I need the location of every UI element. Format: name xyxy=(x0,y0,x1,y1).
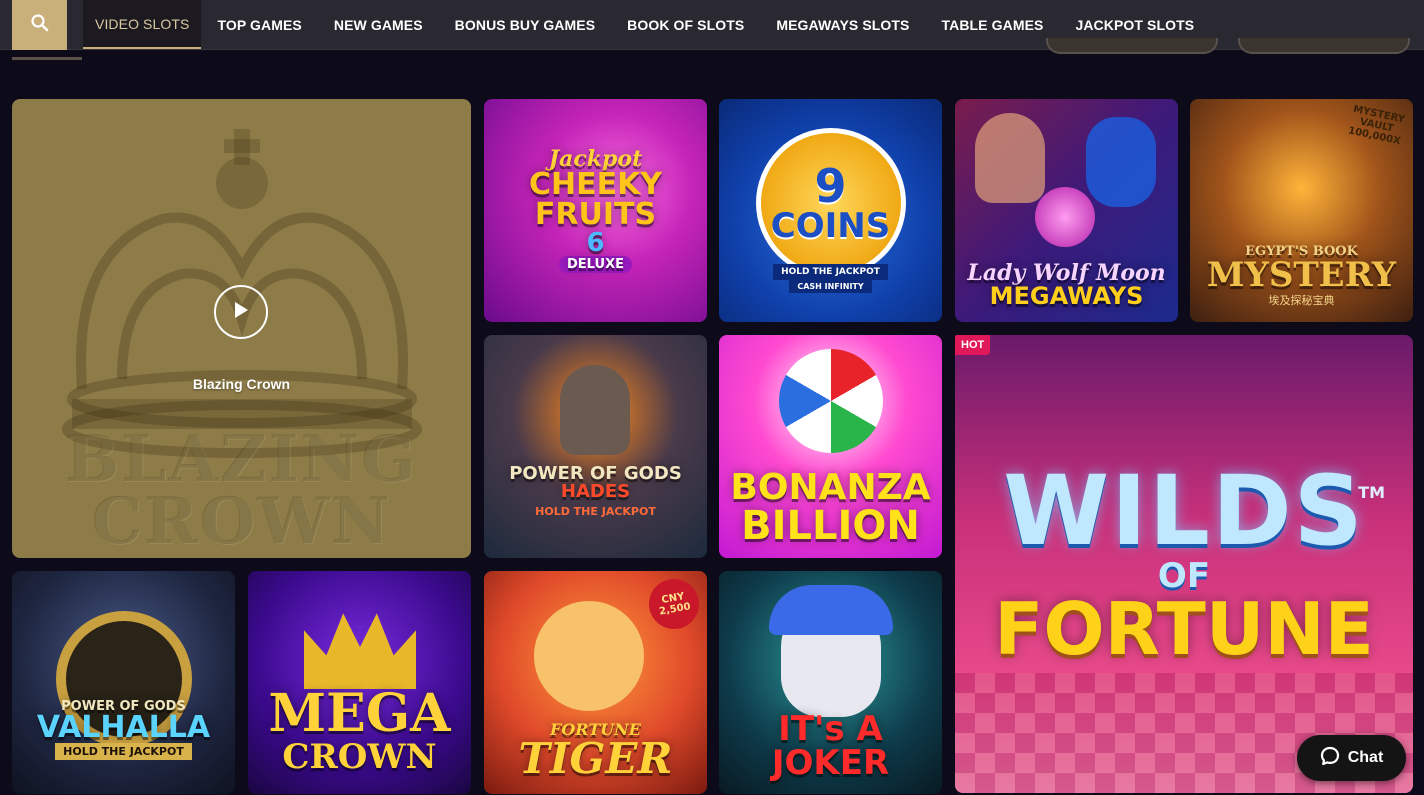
game-tile-wilds-of-fortune[interactable]: TM WILDS OF FORTUNE xyxy=(955,335,1413,793)
game-tile-bonanza-billion[interactable]: BONANZA BILLION xyxy=(719,335,942,558)
joker-title: IT's A JOKER xyxy=(771,709,890,783)
mystery-title-2: MYSTERY xyxy=(1206,255,1397,295)
watermark-line-1: BLAZING xyxy=(65,422,418,497)
coins-title-1: 9 xyxy=(814,159,847,213)
hades-title-3: HOLD THE JACKPOT xyxy=(535,505,656,518)
lollipop-icon xyxy=(779,349,883,453)
watermark-line-2: CROWN xyxy=(91,484,392,558)
cheeky-title-5: DELUXE xyxy=(559,256,632,273)
wolf-portrait xyxy=(1086,117,1156,207)
mystery-title-3: 埃及探秘宝典 xyxy=(1268,295,1335,307)
cheeky-title-3: FRUITS xyxy=(534,197,657,232)
tab-top-games[interactable]: TOP GAMES xyxy=(201,0,317,49)
category-tabs: VIDEO SLOTS TOP GAMES NEW GAMES BONUS BU… xyxy=(83,0,1210,49)
cheeky-title-2: CHEEKY xyxy=(528,167,663,202)
valhalla-title-2: VALHALLA xyxy=(36,710,211,745)
valhalla-title-3: HOLD THE JACKPOT xyxy=(55,743,192,760)
coins-sub-2: CASH INFINITY xyxy=(789,280,872,293)
chat-label: Chat xyxy=(1347,749,1384,766)
featured-game-blazing-crown[interactable]: BLAZING CROWN Blazing Crown xyxy=(12,99,471,558)
tab-book-of-slots[interactable]: BOOK OF SLOTS xyxy=(611,0,760,49)
tab-new-games[interactable]: NEW GAMES xyxy=(318,0,439,49)
game-tile-egypts-book-mystery[interactable]: MYSTERY VAULT 100,000X EGYPT'S BOOK MYST… xyxy=(1190,99,1413,322)
search-button[interactable] xyxy=(12,0,67,50)
moon-orb xyxy=(1035,187,1095,247)
game-tile-lady-wolf-moon[interactable]: Lady Wolf Moon MEGAWAYS xyxy=(955,99,1178,322)
hades-title-2: HADES xyxy=(560,481,631,502)
bonanza-title-2: BILLION xyxy=(741,503,920,549)
play-button[interactable] xyxy=(214,285,268,339)
tiger-face xyxy=(534,601,644,711)
tab-megaways-slots[interactable]: MEGAWAYS SLOTS xyxy=(760,0,925,49)
tab-video-slots[interactable]: VIDEO SLOTS xyxy=(83,0,202,49)
megacrown-title-2: CROWN xyxy=(282,737,437,777)
bonanza-title-1: BONANZA xyxy=(730,467,931,508)
play-icon xyxy=(232,300,250,325)
coins-sub-1: HOLD THE JACKPOT xyxy=(773,264,888,280)
tiger-title-2: TIGER xyxy=(518,734,673,783)
cheeky-title-4: 6 xyxy=(586,228,605,258)
game-tile-power-of-gods-hades[interactable]: POWER OF GODS HADES HOLD THE JACKPOT xyxy=(484,335,707,558)
mystery-vault-badge: MYSTERY VAULT 100,000X xyxy=(1347,104,1406,147)
game-tile-9-coins[interactable]: 9 COINS HOLD THE JACKPOT CASH INFINITY xyxy=(719,99,942,322)
game-tile-power-of-gods-valhalla[interactable]: POWER OF GODS VALHALLA HOLD THE JACKPOT xyxy=(12,571,235,794)
coin-badge: 9 COINS xyxy=(755,128,906,278)
hot-badge: HOT xyxy=(955,335,991,355)
lady-portrait xyxy=(975,113,1045,203)
tab-bonus-buy-games[interactable]: BONUS BUY GAMES xyxy=(439,0,611,49)
wilds-title-1: WILDS xyxy=(1003,455,1365,567)
game-tile-its-a-joker[interactable]: IT's A JOKER xyxy=(719,571,942,794)
chat-bubble-icon xyxy=(1320,746,1340,771)
filter-pill-right[interactable] xyxy=(1238,38,1410,54)
featured-watermark: BLAZING CROWN xyxy=(12,422,471,558)
tab-table-games[interactable]: TABLE GAMES xyxy=(926,0,1060,49)
crown-icon xyxy=(304,613,416,689)
joker-hair xyxy=(769,585,893,635)
hades-portrait xyxy=(560,365,630,455)
megacrown-title-1: MEGA xyxy=(268,683,451,744)
game-tile-fortune-tiger[interactable]: CNY 2,500 FORTUNE TIGER xyxy=(484,571,707,794)
featured-game-title: Blazing Crown xyxy=(192,376,291,392)
lady-title-1: Lady Wolf Moon xyxy=(967,260,1166,286)
chat-button[interactable]: Chat xyxy=(1297,735,1406,781)
game-tile-mega-crown[interactable]: MEGA CROWN xyxy=(248,571,471,794)
search-icon xyxy=(30,13,50,38)
lady-title-2: MEGAWAYS xyxy=(989,282,1144,310)
game-tile-cheeky-fruits[interactable]: Jackpot CHEEKY FRUITS 6 DELUXE xyxy=(484,99,707,322)
section-underline xyxy=(12,57,82,60)
wilds-title-3: FORTUNE xyxy=(994,587,1374,671)
coins-title-2: COINS xyxy=(770,206,891,246)
cny-badge: CNY 2,500 xyxy=(645,575,703,633)
filter-pill-left[interactable] xyxy=(1046,38,1218,54)
